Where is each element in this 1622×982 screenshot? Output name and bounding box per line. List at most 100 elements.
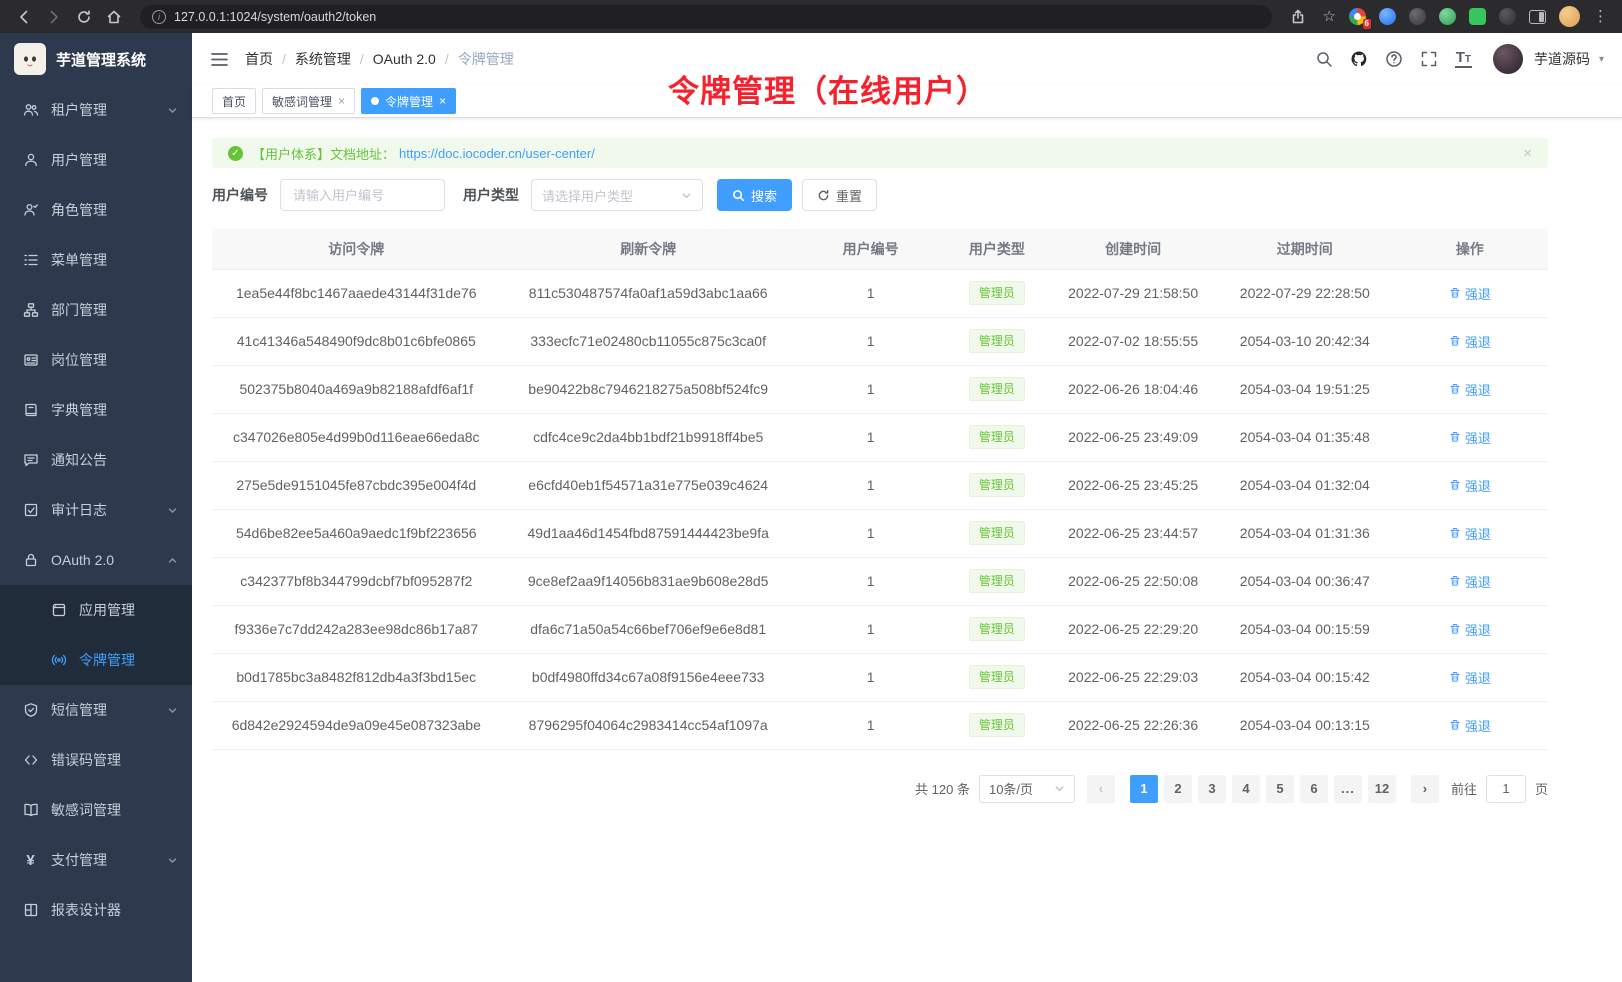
back-icon[interactable] [12, 5, 36, 29]
home-icon[interactable] [102, 5, 126, 29]
oauth-icon [22, 552, 39, 569]
search-icon[interactable] [1315, 50, 1333, 68]
extension-blue-icon[interactable] [1379, 8, 1396, 25]
sidebar-item-tenant[interactable]: 租户管理 [0, 85, 192, 135]
extension-green-icon[interactable] [1439, 8, 1456, 25]
github-icon[interactable] [1350, 50, 1368, 68]
breadcrumb-item[interactable]: 系统管理 [295, 49, 351, 69]
force-logout-button[interactable]: 强退 [1449, 524, 1491, 543]
user-id-input[interactable] [280, 179, 445, 211]
breadcrumb-item[interactable]: OAuth 2.0 [373, 51, 436, 67]
column-header: 过期时间 [1218, 229, 1392, 269]
sidebar-item-pay[interactable]: ¥支付管理 [0, 835, 192, 885]
sidebar-item-user[interactable]: 用户管理 [0, 135, 192, 185]
close-icon[interactable]: × [338, 95, 345, 107]
delete-icon [1449, 527, 1461, 539]
caret-down-icon[interactable]: ▾ [1599, 54, 1604, 65]
extension-dark2-icon[interactable] [1499, 8, 1516, 25]
goto-page-input[interactable] [1486, 775, 1526, 803]
tab-item[interactable]: 令牌管理× [361, 88, 456, 114]
browser-profile-avatar[interactable] [1559, 6, 1580, 27]
sidebar-item-post[interactable]: 岗位管理 [0, 335, 192, 385]
table-header-row: 访问令牌刷新令牌用户编号用户类型创建时间过期时间操作 [212, 229, 1548, 269]
tab-item[interactable]: 敏感词管理× [262, 88, 355, 114]
fullscreen-icon[interactable] [1420, 50, 1438, 68]
bookmark-star-icon[interactable]: ☆ [1323, 9, 1336, 24]
prev-page-button[interactable]: ‹ [1087, 775, 1115, 803]
page-button-6[interactable]: 6 [1300, 775, 1328, 803]
user-avatar[interactable] [1493, 44, 1523, 74]
breadcrumb-item: 令牌管理 [458, 49, 514, 69]
sidebar-item-sensitive[interactable]: 敏感词管理 [0, 785, 192, 835]
sidebar-item-menu[interactable]: 菜单管理 [0, 235, 192, 285]
force-logout-button[interactable]: 强退 [1449, 332, 1491, 351]
alert-close-icon[interactable]: × [1523, 145, 1532, 162]
tab-item[interactable]: 首页 [212, 88, 256, 114]
extension-dark-icon[interactable] [1409, 8, 1426, 25]
page-button-12[interactable]: 12 [1368, 775, 1396, 803]
expires-cell: 2054-03-04 00:15:59 [1218, 605, 1392, 653]
tab-bar: 首页敏感词管理×令牌管理× [192, 85, 1622, 118]
page-button-3[interactable]: 3 [1198, 775, 1226, 803]
sidebar-toggle-icon[interactable] [1529, 10, 1546, 24]
page-button-1[interactable]: 1 [1130, 775, 1158, 803]
user-type-select[interactable]: 请选择用户类型 [531, 179, 703, 211]
page-button-2[interactable]: 2 [1164, 775, 1192, 803]
sidebar-item-report[interactable]: 报表设计器 [0, 885, 192, 935]
extension-colorful-icon[interactable]: 6 [1349, 8, 1366, 25]
reset-button-label: 重置 [836, 186, 862, 205]
sidebar-item-sms[interactable]: 短信管理 [0, 685, 192, 735]
font-size-icon[interactable]: TT [1455, 50, 1472, 69]
more-pages-button[interactable]: ... [1334, 775, 1362, 803]
page-button-5[interactable]: 5 [1266, 775, 1294, 803]
access-token-cell: c342377bf8b344799dcbf7bf095287f2 [212, 557, 501, 605]
search-button[interactable]: 搜索 [717, 179, 792, 211]
reload-icon[interactable] [72, 5, 96, 29]
sidebar-item-app[interactable]: 应用管理 [0, 585, 192, 635]
app-logo[interactable]: 芋道管理系统 [0, 33, 192, 85]
sidebar-item-oauth[interactable]: OAuth 2.0 [0, 535, 192, 585]
site-info-icon[interactable]: i [152, 10, 166, 24]
app-icon [50, 602, 67, 619]
sidebar-item-errcode[interactable]: 错误码管理 [0, 735, 192, 785]
force-logout-button[interactable]: 强退 [1449, 476, 1491, 495]
breadcrumb-item[interactable]: 首页 [245, 49, 273, 69]
page-button-4[interactable]: 4 [1232, 775, 1260, 803]
user-id-cell: 1 [796, 461, 946, 509]
username[interactable]: 芋道源码 [1534, 49, 1590, 69]
force-logout-button[interactable]: 强退 [1449, 284, 1491, 303]
delete-icon [1449, 623, 1461, 635]
forward-icon[interactable] [42, 5, 66, 29]
table-row: 1ea5e44f8bc1467aaede43144f31de76811c5304… [212, 269, 1548, 317]
share-icon[interactable] [1286, 5, 1310, 29]
force-logout-button[interactable]: 强退 [1449, 668, 1491, 687]
force-logout-button[interactable]: 强退 [1449, 428, 1491, 447]
close-icon[interactable]: × [439, 95, 446, 107]
force-logout-button[interactable]: 强退 [1449, 716, 1491, 735]
sidebar-item-role[interactable]: 角色管理 [0, 185, 192, 235]
token-icon [50, 652, 67, 669]
help-icon[interactable] [1385, 50, 1403, 68]
user-type-badge: 管理员 [969, 665, 1025, 689]
collapse-menu-icon[interactable] [210, 50, 229, 69]
reset-button[interactable]: 重置 [802, 179, 877, 211]
page-size-select[interactable]: 10条/页 [979, 775, 1075, 803]
expires-cell: 2054-03-04 00:36:47 [1218, 557, 1392, 605]
sidebar-item-dict[interactable]: 字典管理 [0, 385, 192, 435]
next-page-button[interactable]: › [1411, 775, 1439, 803]
browser-menu-icon[interactable]: ⋮ [1593, 9, 1608, 24]
extensions-puzzle-icon[interactable] [1469, 8, 1486, 25]
sidebar-item-dept[interactable]: 部门管理 [0, 285, 192, 335]
token-table: 访问令牌刷新令牌用户编号用户类型创建时间过期时间操作 1ea5e44f8bc14… [212, 229, 1548, 750]
sidebar-item-audit[interactable]: 审计日志 [0, 485, 192, 535]
expires-cell: 2022-07-29 22:28:50 [1218, 269, 1392, 317]
force-logout-button[interactable]: 强退 [1449, 572, 1491, 591]
address-bar[interactable]: i 127.0.0.1:1024/system/oauth2/token [140, 5, 1272, 29]
sidebar-item-notice[interactable]: 通知公告 [0, 435, 192, 485]
force-logout-button[interactable]: 强退 [1449, 380, 1491, 399]
force-logout-button[interactable]: 强退 [1449, 620, 1491, 639]
delete-icon [1449, 431, 1461, 443]
refresh-token-cell: 9ce8ef2aa9f14056b831ae9b608e28d5 [501, 557, 796, 605]
sidebar-item-token[interactable]: 令牌管理 [0, 635, 192, 685]
alert-link[interactable]: https://doc.iocoder.cn/user-center/ [399, 146, 595, 161]
